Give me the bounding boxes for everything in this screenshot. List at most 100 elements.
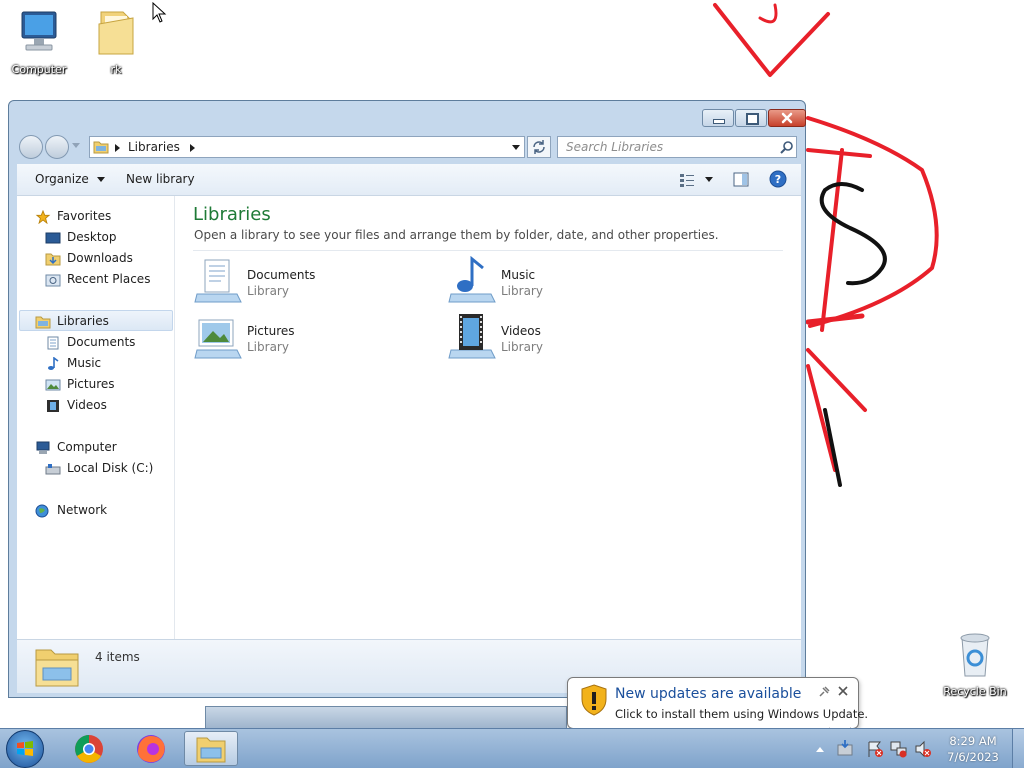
nav-downloads[interactable]: Downloads (45, 248, 133, 268)
desktop-icon-label: Recycle Bin (943, 685, 1007, 698)
clock[interactable]: 8:29 AM 7/6/2023 (940, 733, 1006, 765)
libraries-icon (35, 316, 51, 328)
maximize-button[interactable] (735, 109, 767, 127)
chrome-icon (75, 735, 103, 763)
action-center-flag-icon[interactable] (866, 740, 884, 758)
close-icon (781, 112, 793, 124)
close-icon[interactable] (838, 686, 848, 696)
tile-name: Pictures (247, 324, 295, 338)
desktop-icon (45, 232, 61, 243)
music-note-icon (48, 356, 59, 370)
nav-label: Computer (57, 440, 117, 454)
tile-name: Music (501, 268, 536, 282)
nav-network[interactable]: Network (35, 500, 107, 520)
tile-name: Documents (247, 268, 316, 282)
tile-type: Library (501, 284, 543, 298)
svg-text:?: ? (775, 173, 781, 186)
recent-pages-dropdown-icon[interactable] (72, 143, 80, 149)
library-tile-videos[interactable]: Videos Library (447, 312, 677, 362)
address-bar[interactable]: Libraries (89, 136, 525, 158)
nav-label: Recent Places (67, 272, 151, 286)
tile-type: Library (501, 340, 543, 354)
library-tile-music[interactable]: Music Library (447, 256, 677, 306)
help-icon[interactable]: ? (769, 170, 787, 188)
divider (193, 250, 783, 251)
nav-local-disk[interactable]: Local Disk (C:) (45, 458, 153, 478)
nav-label: Music (67, 356, 102, 370)
explorer-window: Libraries Search Libraries Organize New … (8, 100, 806, 698)
search-input[interactable]: Search Libraries (557, 136, 797, 158)
tile-type: Library (247, 340, 289, 354)
page-subtitle: Open a library to see your files and arr… (194, 228, 719, 242)
organize-button[interactable]: Organize (35, 172, 105, 186)
nav-libraries[interactable]: Libraries (35, 311, 109, 331)
star-icon (35, 209, 51, 224)
nav-pictures[interactable]: Pictures (45, 374, 115, 394)
nav-label: Desktop (67, 230, 117, 244)
minimize-button[interactable] (702, 109, 734, 127)
libraries-folder-large-icon (35, 649, 79, 687)
nav-label: Downloads (67, 251, 133, 265)
library-tile-pictures[interactable]: Pictures Library (193, 312, 423, 362)
view-options-dropdown-icon[interactable] (705, 177, 713, 183)
nav-computer[interactable]: Computer (35, 437, 117, 457)
nav-desktop[interactable]: Desktop (45, 227, 117, 247)
breadcrumb-arrow-icon[interactable] (190, 144, 196, 152)
content-pane: Libraries Open a library to see your fil… (175, 196, 801, 639)
close-button[interactable] (768, 109, 806, 127)
nav-label: Pictures (67, 377, 115, 391)
recycle-bin-icon (960, 633, 990, 677)
nav-label: Network (57, 503, 108, 517)
address-dropdown-icon[interactable] (512, 145, 520, 151)
nav-music[interactable]: Music (45, 353, 101, 373)
pin-icon[interactable] (818, 686, 830, 698)
new-library-button[interactable]: New library (126, 172, 195, 186)
nav-recent-places[interactable]: Recent Places (45, 269, 150, 289)
network-icon (35, 504, 49, 517)
taskbar-firefox[interactable] (124, 731, 178, 766)
command-bar: Organize New library ? (17, 164, 801, 196)
item-count: 4 items (95, 650, 140, 664)
nav-label: Local Disk (C:) (67, 461, 154, 475)
update-notification[interactable]: New updates are available Click to insta… (567, 677, 868, 729)
nav-videos[interactable]: Videos (45, 395, 107, 415)
search-icon[interactable] (780, 141, 794, 155)
taskbar-chrome[interactable] (62, 731, 116, 766)
hard-disk-icon (45, 463, 61, 474)
show-hidden-icons-icon[interactable] (815, 745, 825, 753)
nav-label: Favorites (57, 209, 112, 223)
notification-message: Click to install them using Windows Upda… (615, 707, 869, 721)
preview-pane-icon[interactable] (733, 172, 749, 188)
breadcrumb-libraries[interactable]: Libraries (128, 140, 180, 154)
pictures-icon (45, 379, 61, 390)
forward-button[interactable] (45, 135, 69, 159)
computer-icon (36, 441, 50, 454)
clock-time: 8:29 AM (949, 734, 997, 748)
taskbar: 8:29 AM 7/6/2023 (0, 728, 1024, 768)
library-tile-documents[interactable]: Documents Library (193, 256, 423, 306)
organize-label: Organize (35, 172, 89, 186)
windows-update-tray-icon[interactable] (836, 739, 854, 757)
change-view-icon[interactable] (679, 172, 695, 188)
breadcrumb-arrow-icon[interactable] (115, 144, 121, 152)
downloads-folder-icon (45, 253, 61, 265)
back-button[interactable] (19, 135, 43, 159)
network-tray-icon[interactable] (890, 740, 908, 758)
desktop-icon-recycle-bin[interactable]: Recycle Bin (940, 630, 1010, 698)
windows-logo-icon (17, 741, 33, 756)
nav-documents[interactable]: Documents (45, 332, 135, 352)
firefox-icon (137, 735, 165, 763)
desktop-icon-rk-folder[interactable]: rk (81, 6, 151, 76)
documents-icon (47, 336, 59, 349)
refresh-button[interactable] (527, 136, 551, 158)
desktop-icon-label: rk (110, 63, 122, 76)
videos-library-icon (448, 314, 496, 359)
desktop-icon-computer[interactable]: Computer (4, 8, 74, 76)
tile-name: Videos (501, 324, 541, 338)
taskbar-explorer[interactable] (184, 731, 238, 766)
volume-muted-icon[interactable] (914, 740, 932, 758)
start-button[interactable] (6, 730, 44, 768)
nav-favorites[interactable]: Favorites (35, 206, 111, 226)
nav-label: Libraries (57, 314, 109, 328)
show-desktop-button[interactable] (1012, 729, 1024, 768)
